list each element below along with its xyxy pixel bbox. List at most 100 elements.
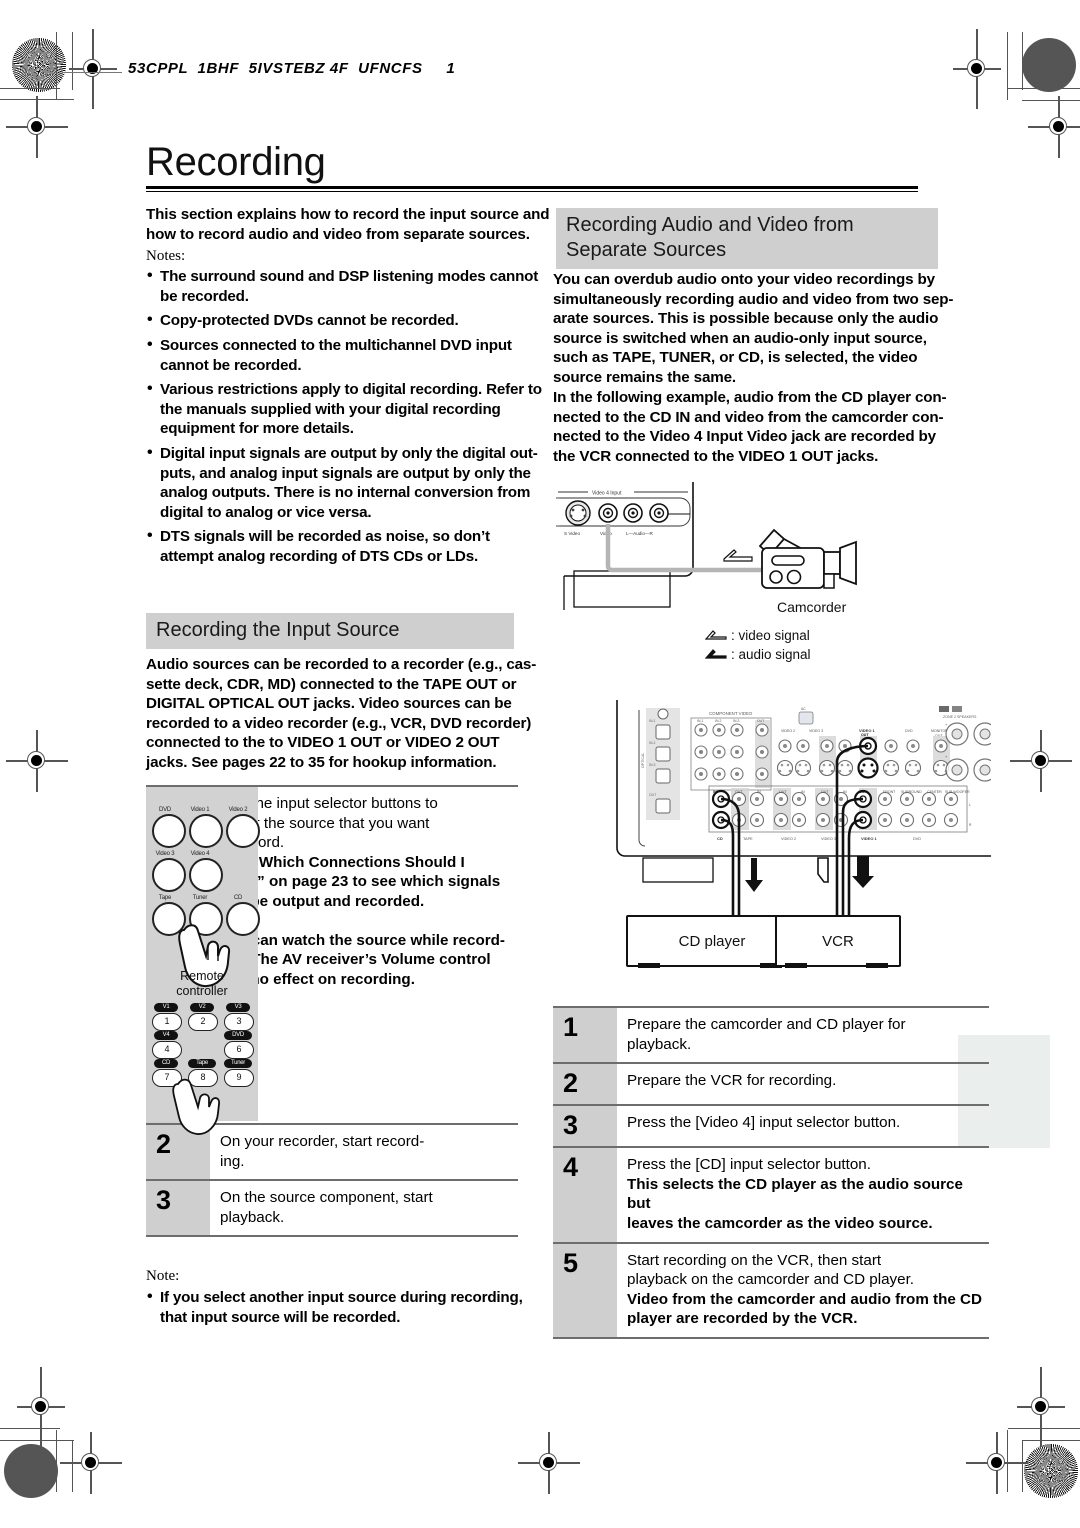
step-text: On your recorder, start record- ing.: [210, 1125, 518, 1179]
section-heading-recording-separate-sources: Recording Audio and Video from Separate …: [556, 208, 938, 269]
title-rule-thin: [146, 191, 918, 193]
step-text-plain: Start recording on the VCR, then start p…: [627, 1251, 915, 1289]
svg-text:DVD: DVD: [913, 837, 921, 841]
keypad-button-3: 3: [224, 1013, 254, 1031]
crop-line-bottom-right-v2: [1022, 1440, 1024, 1492]
crop-line-top-right-h: [1008, 88, 1080, 90]
svg-text:VIDEO 3: VIDEO 3: [821, 837, 836, 841]
cd-player-foot-left: [638, 963, 660, 968]
step-number: 5: [553, 1243, 617, 1337]
svg-text:IN: IN: [757, 790, 761, 794]
svg-text:DVD: DVD: [905, 729, 913, 733]
remote-controller-illustration: DVD Video 1 Video 2 Video 3 Video 4 Tape…: [146, 787, 260, 1135]
note-item: Various restrictions apply to digital re…: [146, 379, 564, 439]
pointing-hand-icon-keypad: [172, 1075, 230, 1137]
registration-mark-mid-right: [1010, 730, 1072, 792]
step-number: 1: [553, 1008, 617, 1063]
page-title: Recording: [146, 140, 326, 184]
registration-mark-mid-left: [6, 730, 68, 792]
registration-mark-bottom-right-inner: [966, 1432, 1028, 1494]
keypad-tag-v2: V2: [190, 1003, 214, 1012]
step-text-plain: On the source component, start playback.: [220, 1189, 433, 1226]
registration-mark-bottom-center: [518, 1432, 580, 1494]
step-text-bold: See “Which Connections Should I Use?” on…: [220, 853, 501, 910]
right-paragraph-1: You can overdub audio onto your video re…: [553, 271, 954, 386]
step-number: 4: [553, 1148, 617, 1242]
svg-text:TAPE: TAPE: [743, 837, 753, 841]
step-row: 1 Prepare the camcorder and CD player fo…: [553, 1006, 989, 1063]
svg-text:IN-1: IN-1: [697, 719, 704, 723]
svg-text:IN-3: IN-3: [733, 719, 740, 723]
svg-text:IN-3: IN-3: [649, 763, 656, 767]
step-text-bold: This selects the CD player as the audio …: [627, 1175, 963, 1232]
remote-button-video2: [226, 814, 260, 848]
right-paragraph-2: In the following example, audio from the…: [553, 389, 947, 465]
svg-text:VIDEO 2: VIDEO 2: [781, 837, 796, 841]
registration-mark-top-right: [953, 29, 1001, 109]
svg-text:OUT: OUT: [821, 790, 829, 794]
remote-button-video3: [152, 858, 186, 892]
svg-text:COMPONENT VIDEO: COMPONENT VIDEO: [709, 711, 753, 716]
step-text: On the source component, start playback.: [210, 1181, 518, 1235]
step-number: 3: [146, 1181, 210, 1236]
step-text-plain: Press the [Video 4] input selector butto…: [627, 1114, 901, 1132]
svg-text:OUT: OUT: [861, 733, 869, 737]
legend-audio-signal: [704, 645, 727, 663]
keypad-tag-tuner: Tuner: [224, 1059, 252, 1068]
step-text-plain: Use the input selector buttons to select…: [220, 795, 438, 852]
device-box-cd-player: CD player: [626, 915, 798, 967]
step-number: 2: [553, 1064, 617, 1105]
notes-list: The surround sound and DSP listening mod…: [146, 266, 564, 566]
folio-rule: [62, 72, 122, 74]
step-text-plain: Press the [CD] input selector button.: [627, 1156, 871, 1174]
step-text: Press the [CD] input selector button. Th…: [617, 1148, 989, 1241]
remote-button-video4: [189, 858, 223, 892]
remote-controller-caption: Remote controller: [176, 969, 228, 998]
registration-mark-top-left: [69, 29, 117, 109]
notes-label: Notes:: [146, 248, 186, 265]
remote-label-video4: Video 4: [190, 851, 210, 857]
registration-disc-bottom-left: [4, 1444, 58, 1498]
step-row: 2 Prepare the VCR for recording.: [553, 1062, 989, 1105]
step-text: Prepare the camcorder and CD player for …: [617, 1008, 989, 1062]
step-text-bold-2: You can watch the source while record- i…: [220, 931, 505, 988]
keypad-tag-tape: Tape: [188, 1059, 216, 1068]
step-row: 3 On the source component, start playbac…: [146, 1179, 518, 1238]
left-bottom-note-list: If you select another input source durin…: [146, 1287, 576, 1332]
svg-text:IN-2: IN-2: [715, 719, 722, 723]
svg-text:OUT: OUT: [735, 790, 743, 794]
step-text-plain: Prepare the VCR for recording.: [627, 1072, 837, 1090]
keypad-tag-v1: V1: [154, 1003, 178, 1012]
vcr-foot-left: [785, 963, 807, 968]
note-item: Copy-protected DVDs cannot be recorded.: [146, 310, 564, 331]
registration-mark-bottom-right: [1017, 1367, 1065, 1447]
crop-line-top-left-v: [56, 32, 58, 100]
svg-text:FRONT: FRONT: [883, 790, 896, 794]
camcorder-caption: Camcorder: [777, 599, 847, 615]
step-row: 3 Press the [Video 4] input selector but…: [553, 1104, 989, 1147]
left-note-label: Note:: [146, 1268, 180, 1284]
svg-text:S Video: S Video: [564, 531, 580, 536]
svg-text:L—Audio—R: L—Audio—R: [626, 531, 653, 536]
svg-text:OUT: OUT: [779, 790, 787, 794]
note-item: Digital input signals are output by only…: [146, 443, 564, 522]
registration-mark-top-right-inner: [1028, 96, 1080, 158]
title-rule-thick: [146, 186, 918, 189]
legend-audio-signal-label: : audio signal: [731, 647, 811, 662]
note-item: Sources connected to the multichannel DV…: [146, 335, 564, 375]
svg-text:VIDEO 2: VIDEO 2: [781, 729, 795, 733]
svg-text:IN: IN: [801, 790, 805, 794]
step-row: 4 Press the [CD] input selector button. …: [553, 1146, 989, 1242]
note-item: DTS signals will be recorded as noise, s…: [146, 526, 564, 566]
device-label-vcr: VCR: [822, 932, 854, 950]
svg-text:SUB WOOFER: SUB WOOFER: [945, 790, 970, 794]
svg-text:Video 4 Input: Video 4 Input: [592, 491, 622, 497]
svg-text:IN-2: IN-2: [649, 741, 656, 745]
step-text: Press the [Video 4] input selector butto…: [617, 1106, 989, 1146]
keypad-button-4: 4: [152, 1041, 182, 1059]
crop-line-top-left-h: [0, 88, 60, 90]
svg-text:SURROUND: SURROUND: [901, 790, 922, 794]
svg-text:ZONE 2 SPEAKERS: ZONE 2 SPEAKERS: [943, 715, 977, 719]
svg-text:OUT: OUT: [859, 790, 868, 794]
left-intro-paragraph: This section explains how to record the …: [146, 206, 550, 243]
